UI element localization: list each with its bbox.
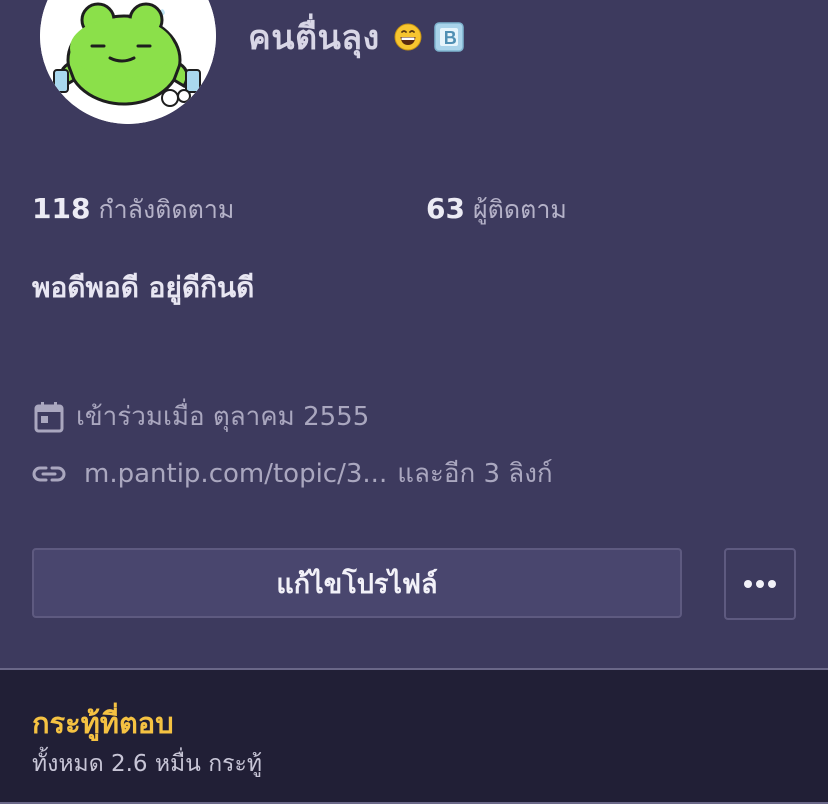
replied-topics-count: ทั้งหมด 2.6 หมื่น กระทู้: [32, 751, 262, 777]
links-text: m.pantip.com/topic/3... และอีก 3 ลิงก์: [84, 453, 553, 494]
edit-profile-button[interactable]: แก้ไขโปรไฟล์: [32, 548, 682, 618]
avatar[interactable]: [40, 0, 216, 124]
grinning-face-icon: [394, 23, 422, 51]
profile-link[interactable]: m.pantip.com/topic/3...: [84, 459, 387, 489]
more-options-button[interactable]: [724, 548, 796, 620]
calendar-icon: [32, 400, 66, 434]
more-links[interactable]: และอีก 3 ลิงก์: [397, 459, 552, 489]
followers-count: 63: [426, 192, 465, 225]
link-icon: [32, 457, 66, 491]
following-stat[interactable]: 118 กำลังติดตาม: [32, 190, 234, 230]
following-label: กำลังติดตาม: [98, 195, 235, 224]
display-name: คนตื่นลุง: [248, 18, 380, 58]
profile-bio: พอดีพอดี อยู่ดีกินดี: [32, 271, 255, 304]
profile-section: คนตื่นลุง 118 กำลังติดตาม 63 ผู้ติดตาม พ…: [0, 0, 828, 668]
following-count: 118: [32, 192, 91, 225]
replied-topics-title: กระทู้ที่ตอบ: [32, 706, 174, 740]
followers-label: ผู้ติดตาม: [472, 195, 567, 224]
replied-topics-section[interactable]: กระทู้ที่ตอบ ทั้งหมด 2.6 หมื่น กระทู้: [0, 670, 828, 804]
name-row: คนตื่นลุง: [248, 14, 464, 60]
links-row: m.pantip.com/topic/3... และอีก 3 ลิงก์: [32, 453, 553, 494]
joined-date-text: เข้าร่วมเมื่อ ตุลาคม 2555: [76, 402, 370, 432]
frog-avatar-image: [40, 0, 216, 124]
more-horizontal-icon: [744, 580, 776, 588]
blogger-badge-icon[interactable]: [434, 22, 464, 52]
profile-stats: 118 กำลังติดตาม 63 ผู้ติดตาม: [32, 190, 812, 230]
followers-stat[interactable]: 63 ผู้ติดตาม: [426, 190, 567, 230]
joined-date-row: เข้าร่วมเมื่อ ตุลาคม 2555: [32, 396, 369, 437]
